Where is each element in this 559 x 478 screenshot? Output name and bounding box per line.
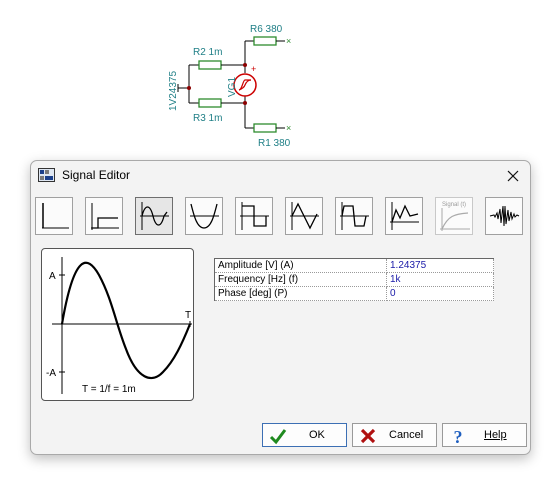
svg-text:×: × (286, 36, 291, 46)
square-wave-icon (240, 202, 269, 230)
sine-curve (60, 261, 192, 380)
noise-burst-icon (489, 205, 520, 227)
junction-dot (243, 101, 247, 105)
r6-label: R6 380 (250, 24, 283, 35)
checkmark-icon (269, 429, 287, 445)
cancel-button[interactable]: Cancel (352, 423, 437, 447)
resistor-r3[interactable] (189, 98, 245, 108)
close-icon[interactable] (502, 165, 524, 187)
sine-preview-chart: A -A T T = 1/f = 1m (46, 257, 192, 395)
table-row: Phase [deg] (P) 0 (214, 286, 494, 301)
question-mark-icon: ? (454, 427, 463, 445)
signal-editor-dialog: Signal Editor Signal (t) A -A T T = 1/f … (30, 160, 531, 455)
square-wave-button[interactable] (235, 197, 273, 235)
table-row: Amplitude [V] (A) 1.24375 (214, 258, 494, 273)
param-name: Phase [deg] (P) (214, 286, 387, 301)
cosine-wave-icon (190, 203, 219, 229)
resistor-r2[interactable] (189, 60, 245, 70)
table-row: Frequency [Hz] (f) 1k (214, 272, 494, 287)
signal-t-icon: Signal (t) (440, 202, 470, 231)
period-label: T (185, 310, 191, 321)
node-voltage-label: 1V24375 (168, 71, 179, 111)
step-button[interactable] (85, 197, 123, 235)
cross-icon (360, 428, 376, 444)
r2-label: R2 1m (193, 47, 222, 58)
r3-label: R3 1m (193, 113, 222, 124)
trapezoid-wave-icon (340, 202, 369, 230)
title-bar[interactable]: Signal Editor (31, 161, 530, 191)
schematic-canvas: × R6 380 R2 1m R3 1m + VG1 1V24375 × R1 … (168, 24, 291, 149)
general-wave-icon (390, 202, 419, 230)
ok-button[interactable]: OK (262, 423, 347, 447)
cancel-label: Cancel (389, 429, 424, 441)
help-button[interactable]: ? Help (442, 423, 527, 447)
signal-t-button[interactable]: Signal (t) (435, 197, 473, 235)
sine-wave-icon (140, 202, 169, 230)
resistor-r6[interactable]: × (245, 36, 291, 46)
general-wave-button[interactable] (385, 197, 423, 235)
unit-step-icon (42, 203, 69, 229)
trapezoid-wave-button[interactable] (335, 197, 373, 235)
waveform-preview: A -A T T = 1/f = 1m (41, 248, 194, 401)
frequency-value[interactable]: 1k (386, 272, 494, 287)
junction-dot (243, 63, 247, 67)
unit-step-button[interactable] (35, 197, 73, 235)
source-label: VG1 (227, 77, 238, 97)
dialog-title: Signal Editor (62, 168, 131, 182)
help-label: Help (484, 429, 507, 441)
r1-label: R1 380 (258, 138, 291, 149)
cosine-button[interactable] (185, 197, 223, 235)
phase-value[interactable]: 0 (386, 286, 494, 301)
amplitude-value[interactable]: 1.24375 (386, 258, 494, 273)
ok-label: OK (309, 429, 325, 441)
app-icon (38, 168, 55, 182)
svg-text:×: × (286, 123, 291, 133)
waveform-toolbar: Signal (t) (35, 197, 525, 237)
sine-button[interactable] (135, 197, 173, 235)
param-name: Amplitude [V] (A) (214, 258, 387, 273)
amp-label: A (49, 271, 56, 282)
svg-text:?: ? (454, 427, 463, 445)
param-name: Frequency [Hz] (f) (214, 272, 387, 287)
plus-sign: + (251, 64, 256, 74)
parameter-table: Amplitude [V] (A) 1.24375 Frequency [Hz]… (214, 258, 494, 301)
triangle-wave-icon (290, 202, 319, 230)
junction-dot (187, 86, 191, 90)
period-formula: T = 1/f = 1m (82, 384, 136, 395)
svg-text:Signal (t): Signal (t) (442, 202, 466, 208)
neg-amp-label: -A (46, 368, 56, 379)
noise-button[interactable] (485, 197, 523, 235)
step-icon (91, 203, 119, 230)
triangle-wave-button[interactable] (285, 197, 323, 235)
resistor-r1[interactable]: × (245, 123, 291, 133)
